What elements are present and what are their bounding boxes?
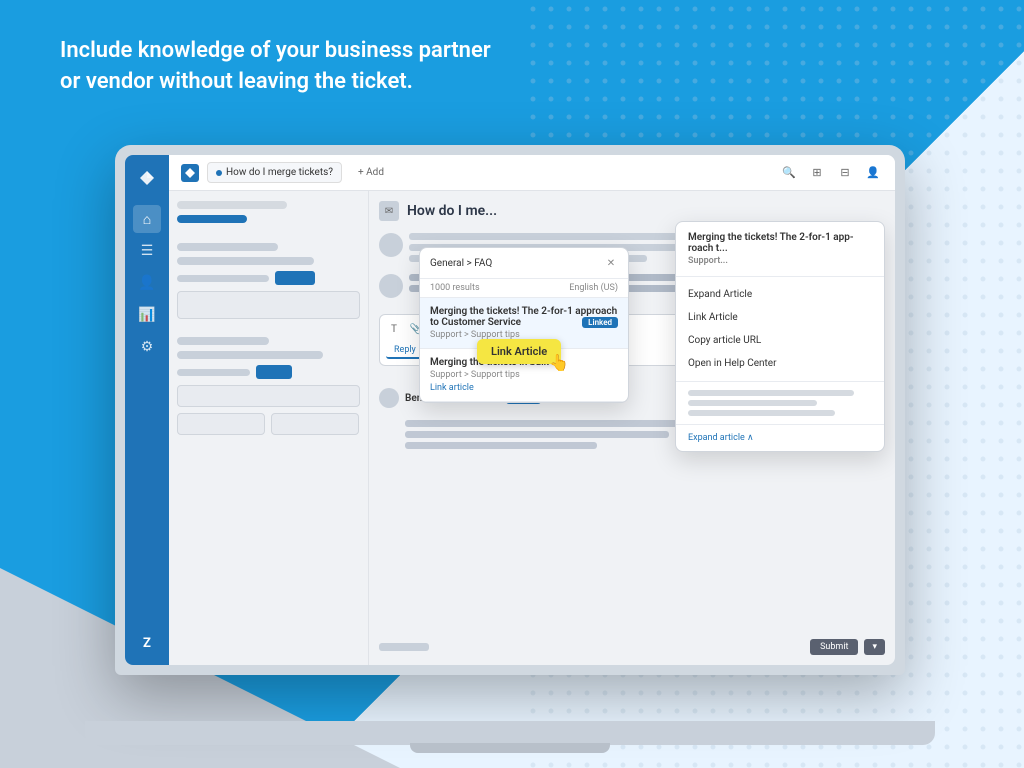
- kb-result-2-action[interactable]: Link article: [430, 383, 618, 393]
- kb-language: English (US): [569, 283, 618, 293]
- article-expand-link[interactable]: Expand article ∧: [676, 424, 884, 451]
- topbar-actions: 🔍 ⊞ ⊟ 👤: [779, 163, 883, 183]
- left-placeholder-4: [177, 275, 269, 282]
- article-bar-3: [688, 410, 835, 416]
- sidebar: ⌂ ☰ 👤 📊 ⚙ Z: [125, 155, 169, 665]
- laptop: ⌂ ☰ 👤 📊 ⚙ Z: [115, 145, 905, 725]
- main-area: How do I merge tickets? + Add 🔍 ⊞ ⊟ 👤: [169, 155, 895, 665]
- topbar-logo: [181, 164, 199, 182]
- left-blue-tag: [275, 271, 315, 285]
- tagline: Include knowledge of your business partn…: [60, 36, 491, 98]
- ben-msg-3: [405, 442, 597, 449]
- action-button-2[interactable]: ▾: [864, 639, 885, 655]
- left-placeholder-blue: [177, 215, 247, 223]
- content-area: ✉ How do I me...: [169, 191, 895, 665]
- sidebar-icon-zendesk[interactable]: Z: [133, 629, 161, 657]
- kb-panel: General > FAQ ✕ 1000 results English (US…: [419, 247, 629, 403]
- left-box-4[interactable]: [271, 413, 359, 435]
- left-blue-tag2: [256, 365, 292, 379]
- sidebar-icon-settings[interactable]: ⚙: [133, 333, 161, 361]
- left-placeholder-3: [177, 257, 314, 265]
- action-button-1[interactable]: Submit: [810, 639, 858, 655]
- left-placeholder-6: [177, 351, 323, 359]
- tagline-line1: Include knowledge of your business partn…: [60, 36, 491, 67]
- left-panel: [169, 191, 369, 665]
- grid-icon[interactable]: ⊞: [807, 163, 827, 183]
- ben-msg-2: [405, 431, 669, 438]
- laptop-screen: ⌂ ☰ 👤 📊 ⚙ Z: [125, 155, 895, 665]
- article-actions: Expand Article Link Article Copy article…: [676, 277, 884, 381]
- ticket-area: ✉ How do I me...: [369, 191, 895, 665]
- topbar: How do I merge tickets? + Add 🔍 ⊞ ⊟ 👤: [169, 155, 895, 191]
- left-box-2[interactable]: [177, 385, 360, 407]
- kb-close-icon[interactable]: ✕: [604, 256, 618, 270]
- kb-results-count: 1000 results: [430, 283, 480, 293]
- article-panel-header: Merging the tickets! The 2-for-1 app-roa…: [676, 222, 884, 277]
- kb-search-bar: General > FAQ ✕: [420, 248, 628, 279]
- sidebar-logo[interactable]: [132, 163, 162, 193]
- sidebar-icon-users[interactable]: 👤: [133, 269, 161, 297]
- laptop-base: [85, 721, 935, 745]
- left-placeholder-7: [177, 369, 250, 376]
- ben-avatar: [379, 388, 399, 408]
- laptop-body: ⌂ ☰ 👤 📊 ⚙ Z: [115, 145, 905, 675]
- topbar-tab[interactable]: How do I merge tickets?: [207, 162, 342, 183]
- article-action-link[interactable]: Link Article: [676, 306, 884, 329]
- topbar-add-button[interactable]: + Add: [350, 165, 392, 180]
- bottom-actions: Submit ▾: [379, 631, 885, 655]
- left-box-1[interactable]: [177, 291, 360, 319]
- article-bar-1: [688, 390, 854, 396]
- avatar-2: [379, 274, 403, 298]
- ticket-title: How do I me...: [407, 203, 497, 219]
- article-meta: Support...: [688, 256, 872, 266]
- sidebar-bottom: Z: [133, 569, 161, 657]
- bottom-placeholder: [379, 643, 429, 651]
- left-placeholder-5: [177, 337, 269, 345]
- article-action-expand[interactable]: Expand Article: [676, 283, 884, 306]
- kb-result-2-meta: Support > Support tips: [430, 370, 618, 380]
- left-box-3[interactable]: [177, 413, 265, 435]
- sidebar-icon-tickets[interactable]: ☰: [133, 237, 161, 265]
- article-action-copy-url[interactable]: Copy article URL: [676, 329, 884, 352]
- user-icon[interactable]: 👤: [863, 163, 883, 183]
- article-bar-2: [688, 400, 817, 406]
- search-icon[interactable]: 🔍: [779, 163, 799, 183]
- laptop-notch: [410, 743, 610, 753]
- kb-meta: 1000 results English (US): [420, 279, 628, 298]
- sidebar-icon-home[interactable]: ⌂: [133, 205, 161, 233]
- article-panel: Merging the tickets! The 2-for-1 app-roa…: [675, 221, 885, 452]
- kb-result-1-title: Merging the tickets! The 2-for-1 approac…: [430, 306, 618, 328]
- left-placeholder-2: [177, 243, 278, 251]
- cursor-hand: 👆: [549, 353, 569, 372]
- article-title: Merging the tickets! The 2-for-1 app-roa…: [688, 232, 872, 254]
- article-action-open-hc[interactable]: Open in Help Center: [676, 352, 884, 375]
- text-format-icon[interactable]: T: [386, 321, 402, 337]
- tab-indicator: [216, 170, 222, 176]
- left-placeholder-1: [177, 201, 287, 209]
- kb-linked-badge: Linked: [582, 317, 618, 328]
- ticket-icon: ✉: [379, 201, 399, 221]
- kb-search-text[interactable]: General > FAQ: [430, 258, 598, 269]
- article-bars: [676, 381, 884, 424]
- tagline-line2: or vendor without leaving the ticket.: [60, 67, 491, 98]
- sidebar-icon-reports[interactable]: 📊: [133, 301, 161, 329]
- avatar-1: [379, 233, 403, 257]
- apps-icon[interactable]: ⊟: [835, 163, 855, 183]
- topbar-tab-label: How do I merge tickets?: [226, 167, 333, 178]
